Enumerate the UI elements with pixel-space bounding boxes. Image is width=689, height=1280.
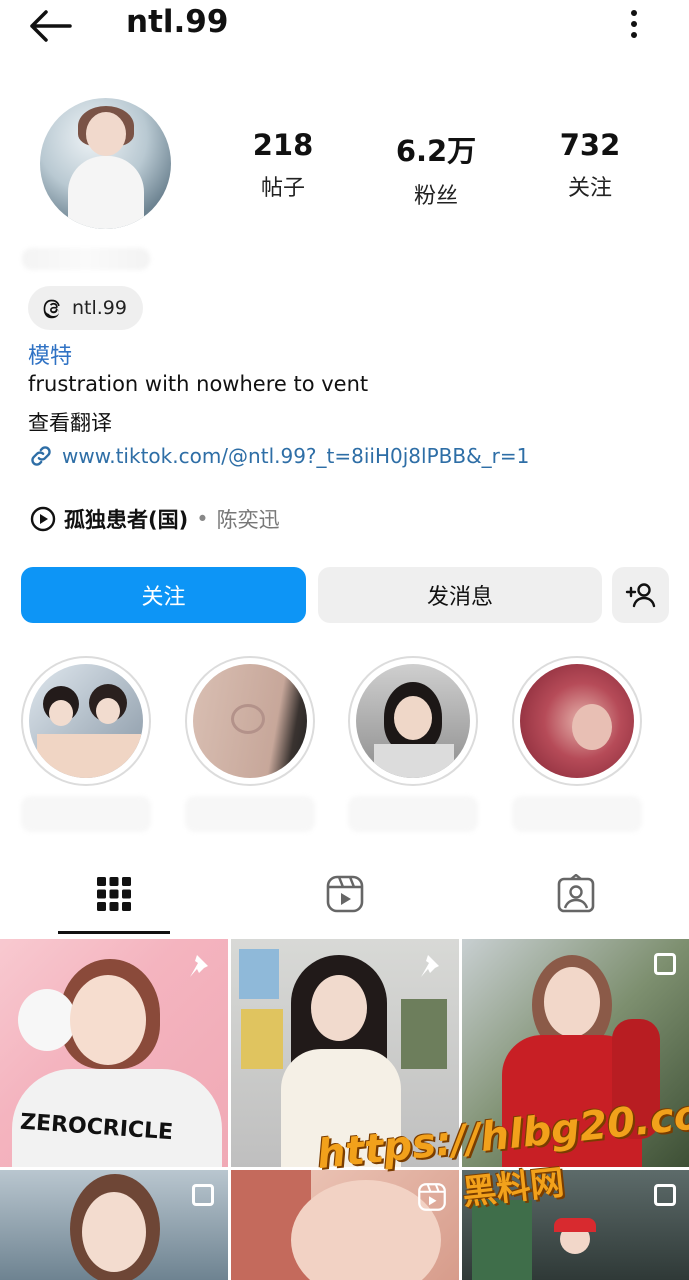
see-translation-link[interactable]: 查看翻译 bbox=[28, 407, 112, 437]
story-highlight-2[interactable] bbox=[185, 656, 315, 786]
more-options-icon[interactable] bbox=[622, 8, 646, 40]
message-button[interactable]: 发消息 bbox=[318, 567, 602, 623]
posts-count-label: 帖子 bbox=[260, 176, 305, 201]
followers-count-value: 6.2万 bbox=[395, 134, 477, 168]
story-highlight-1[interactable] bbox=[21, 656, 151, 786]
threads-icon bbox=[43, 299, 60, 319]
highlight-label-1-blurred bbox=[21, 796, 151, 832]
music-separator: • bbox=[196, 507, 209, 531]
bio-text: frustration with nowhere to vent bbox=[28, 372, 369, 396]
following-count-value: 732 bbox=[559, 128, 621, 162]
back-arrow-icon[interactable] bbox=[26, 8, 72, 44]
followers-count-label: 粉丝 bbox=[413, 184, 458, 209]
add-user-icon bbox=[625, 583, 655, 608]
follow-button[interactable]: 关注 bbox=[21, 567, 306, 623]
tab-tagged[interactable] bbox=[544, 868, 608, 920]
active-tab-indicator bbox=[58, 931, 170, 934]
multiple-images-icon bbox=[654, 1184, 676, 1206]
story-highlight-3[interactable] bbox=[348, 656, 478, 786]
post-thumbnail-1[interactable]: ZEROCRICLE bbox=[0, 939, 228, 1167]
play-circle-icon bbox=[30, 506, 56, 532]
post-thumbnail-4[interactable] bbox=[0, 1170, 228, 1280]
pinned-icon bbox=[190, 955, 208, 977]
profile-category[interactable]: 模特 bbox=[28, 338, 72, 370]
posts-count-value: 218 bbox=[252, 128, 314, 162]
tab-reels[interactable] bbox=[313, 868, 377, 920]
story-highlight-4[interactable] bbox=[512, 656, 642, 786]
bio-link-text: www.tiktok.com/@ntl.99?_t=8iiH0j8lPBB&_r… bbox=[62, 444, 530, 468]
grid-icon bbox=[97, 877, 131, 911]
following-count[interactable]: 732 关注 bbox=[530, 128, 650, 202]
tagged-icon bbox=[557, 874, 595, 913]
threads-badge[interactable]: ntl.99 bbox=[28, 286, 143, 330]
post-thumbnail-5[interactable] bbox=[231, 1170, 459, 1280]
highlight-label-4-blurred bbox=[512, 796, 642, 832]
music-song-title: 孤独患者(国) bbox=[64, 508, 189, 532]
posts-count[interactable]: 218 帖子 bbox=[223, 128, 343, 202]
multiple-images-icon bbox=[192, 1184, 214, 1206]
following-count-label: 关注 bbox=[567, 176, 612, 201]
highlight-label-2-blurred bbox=[185, 796, 315, 832]
profile-avatar[interactable] bbox=[40, 98, 171, 229]
reels-icon bbox=[418, 1183, 446, 1211]
profile-music[interactable]: 孤独患者(国) • 陈奕迅 bbox=[30, 504, 280, 534]
tab-posts-grid[interactable] bbox=[82, 868, 146, 920]
reels-icon bbox=[326, 875, 364, 913]
blurred-display-name bbox=[22, 248, 150, 270]
multiple-images-icon bbox=[654, 953, 676, 975]
link-icon bbox=[31, 446, 51, 466]
suggest-users-button[interactable] bbox=[612, 567, 669, 623]
followers-count[interactable]: 6.2万 粉丝 bbox=[376, 128, 496, 210]
highlight-label-3-blurred bbox=[348, 796, 478, 832]
threads-handle: ntl.99 bbox=[72, 297, 127, 319]
bio-link[interactable]: www.tiktok.com/@ntl.99?_t=8iiH0j8lPBB&_r… bbox=[28, 443, 529, 469]
profile-username: ntl.99 bbox=[126, 4, 229, 40]
pinned-icon bbox=[421, 955, 439, 977]
music-artist: 陈奕迅 bbox=[216, 508, 280, 532]
